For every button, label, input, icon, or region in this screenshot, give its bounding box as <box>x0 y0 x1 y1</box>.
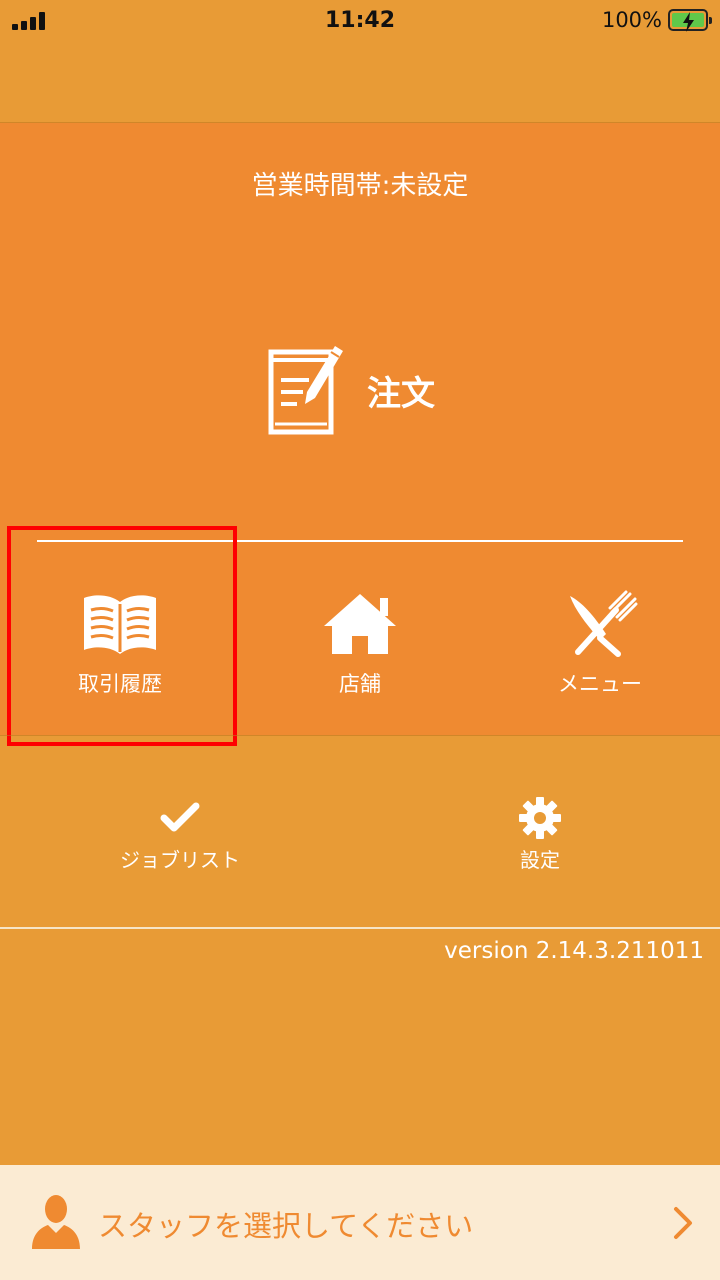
tile-store[interactable]: 店舗 <box>240 590 480 698</box>
job-list-button[interactable]: ジョブリスト <box>60 796 300 873</box>
tile-label-store: 店舗 <box>339 672 381 696</box>
staff-select-bar[interactable]: スタッフを選択してください <box>0 1165 720 1280</box>
battery-icon <box>668 9 712 32</box>
fork-knife-icon <box>570 590 638 657</box>
settings-button[interactable]: 設定 <box>420 796 660 873</box>
version-divider <box>0 927 720 929</box>
tile-menu[interactable]: メニュー <box>480 590 720 698</box>
battery-indicator: 100% <box>601 8 712 32</box>
order-button[interactable]: 注文 <box>265 340 465 440</box>
chevron-right-icon <box>674 1207 692 1239</box>
battery-percent: 100% <box>601 8 662 32</box>
tile-label-menu: メニュー <box>558 672 642 696</box>
status-bar: 11:42 100% <box>0 0 720 44</box>
home-icon <box>324 594 396 654</box>
order-label: 注文 <box>367 373 435 414</box>
settings-label: 設定 <box>520 848 560 872</box>
highlight-box <box>7 526 237 746</box>
hero-bottom-divider <box>0 735 720 736</box>
person-icon <box>32 1195 80 1249</box>
check-icon <box>160 802 200 832</box>
version-label: version 2.14.3.211011 <box>444 938 704 964</box>
gear-icon <box>519 797 561 839</box>
job-list-label: ジョブリスト <box>120 848 240 872</box>
business-hours-label: 営業時間帯:未設定 <box>251 171 469 201</box>
order-note-icon <box>268 346 343 435</box>
staff-select-label: スタッフを選択してください <box>98 1209 474 1243</box>
